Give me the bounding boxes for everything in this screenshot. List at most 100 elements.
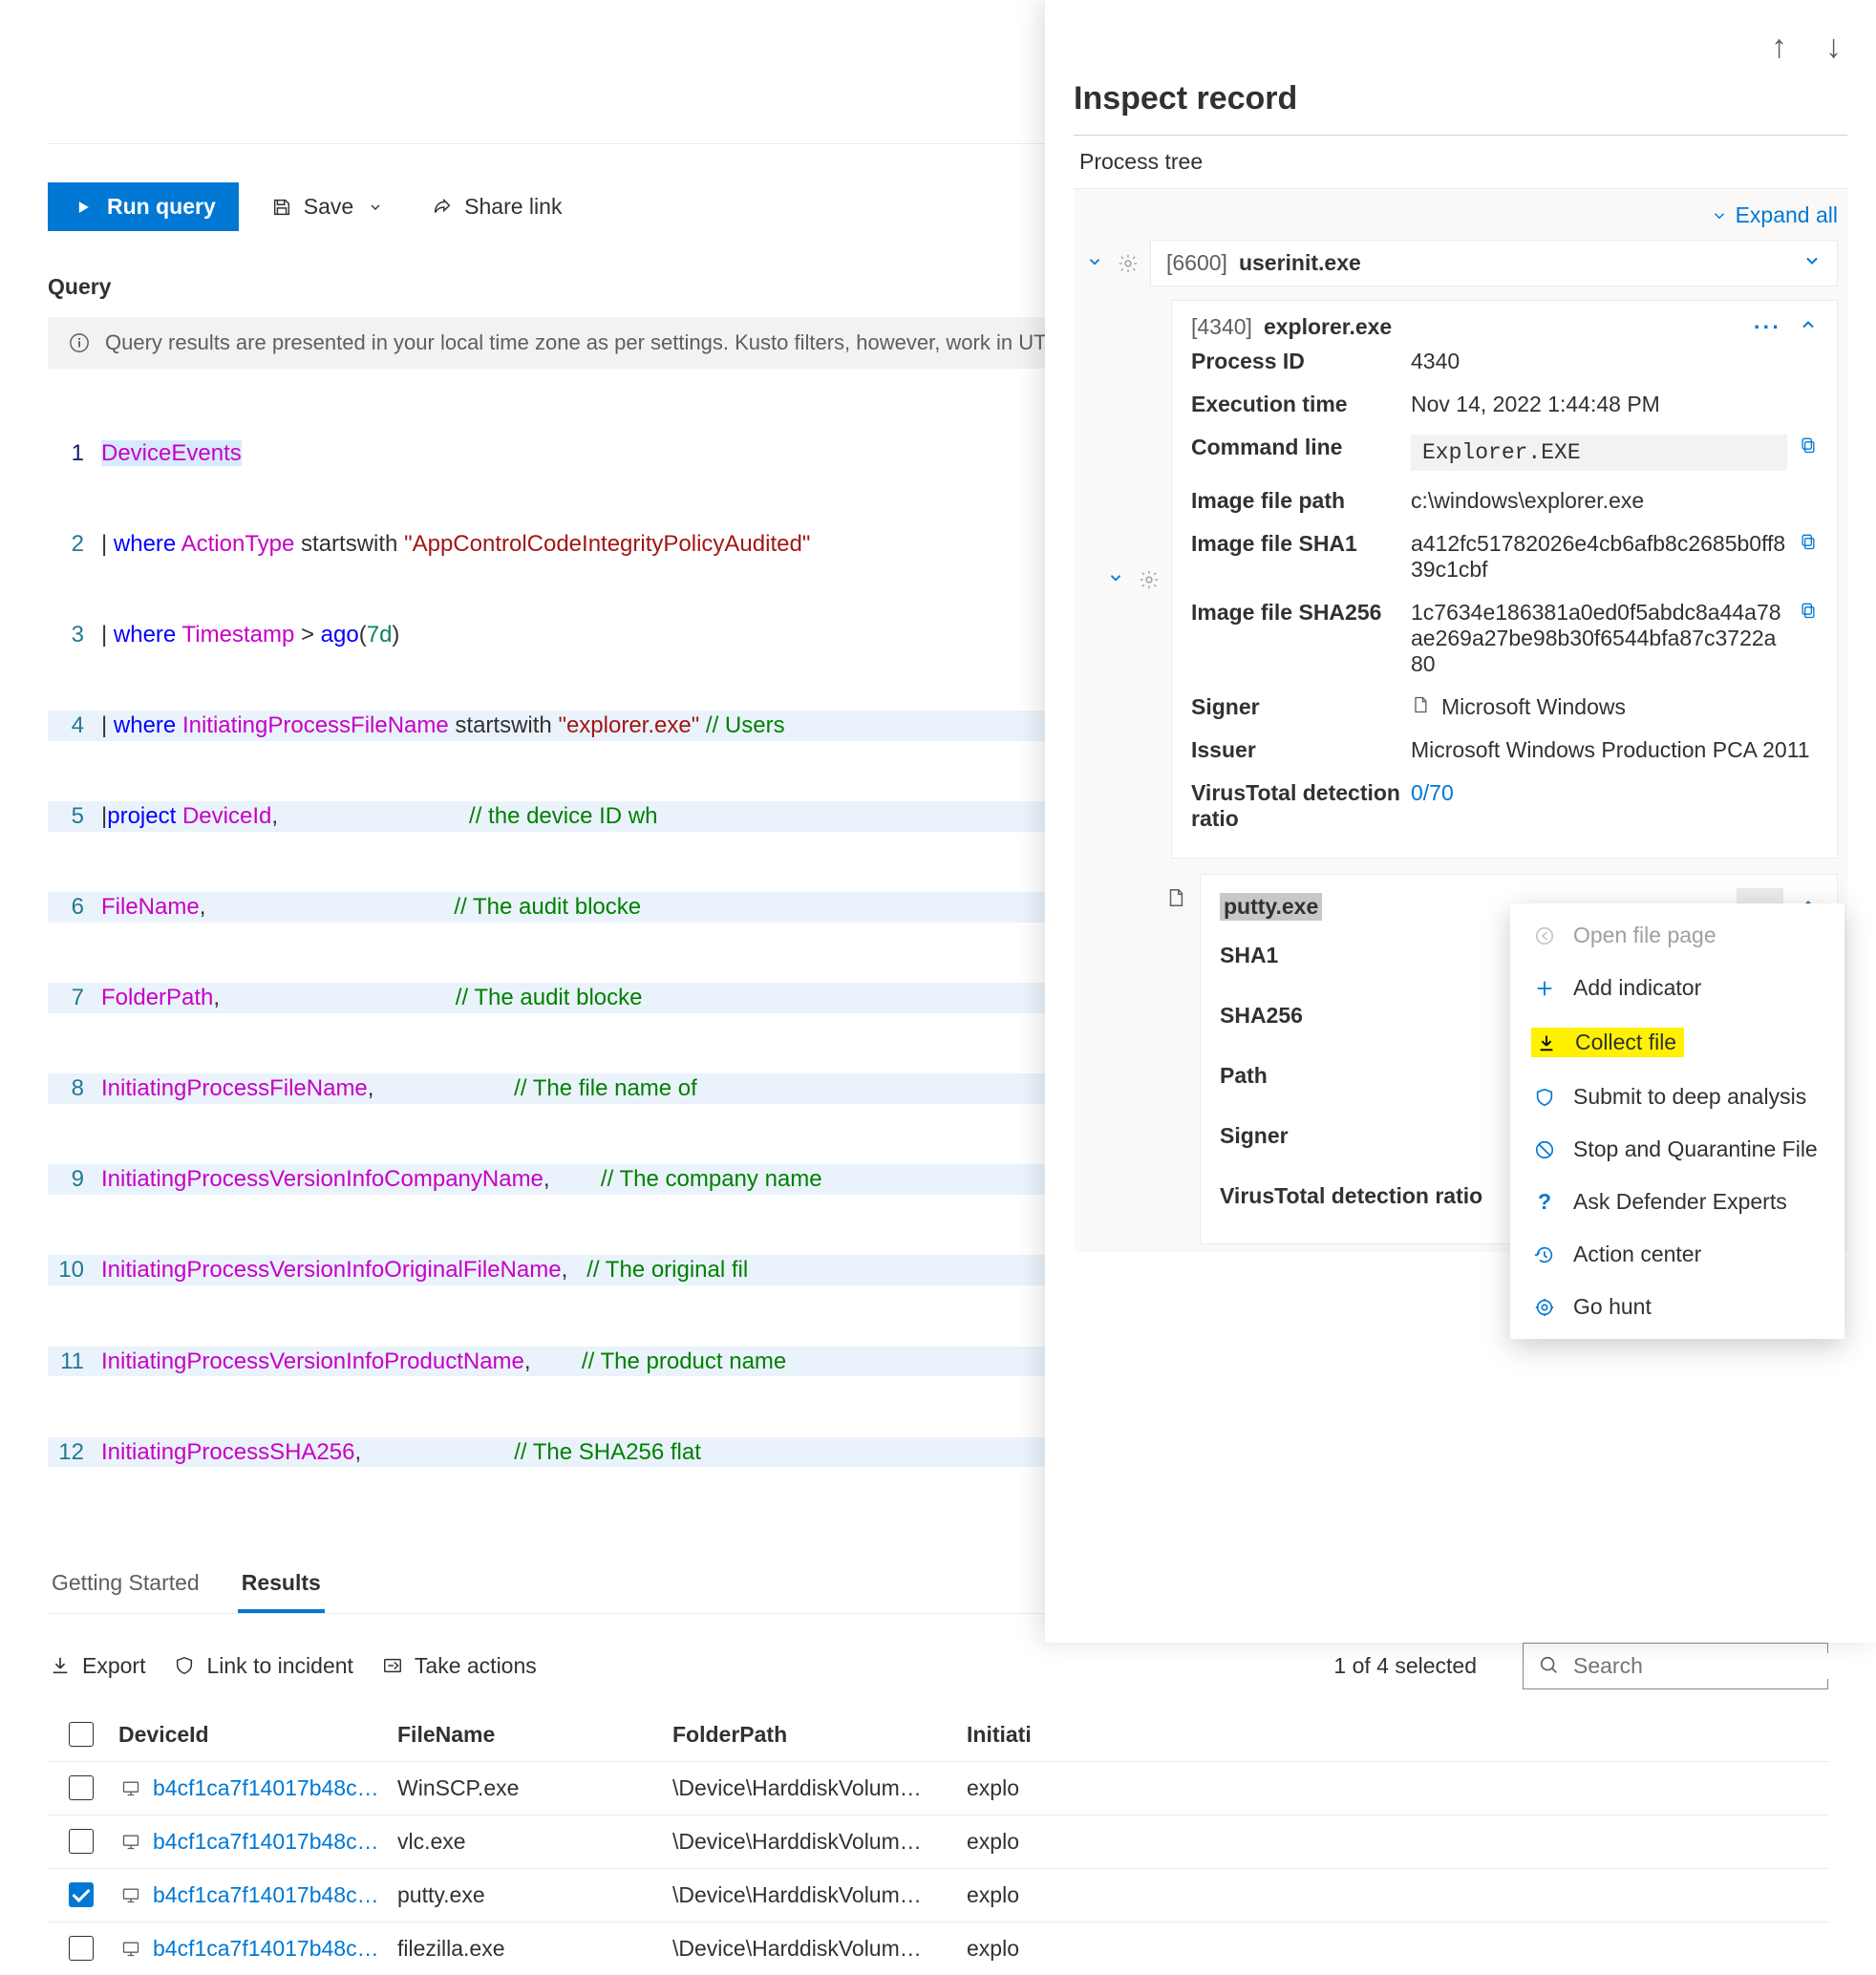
share-link-label: Share link bbox=[464, 194, 562, 220]
link-incident-label: Link to incident bbox=[206, 1653, 352, 1679]
caret-icon[interactable] bbox=[1083, 251, 1106, 276]
kv-key: VirusTotal detection ratio bbox=[1191, 780, 1411, 832]
menu-add-indicator[interactable]: Add indicator bbox=[1510, 962, 1844, 1014]
table-row[interactable]: b4cf1ca7f14017b48c…putty.exe\Device\Hard… bbox=[48, 1868, 1828, 1922]
kv-key: Image file SHA1 bbox=[1191, 531, 1411, 583]
select-all-checkbox[interactable] bbox=[69, 1722, 94, 1747]
file-context-menu: Open file page Add indicator Collect fil… bbox=[1510, 903, 1844, 1339]
more-actions-button[interactable]: ··· bbox=[1754, 314, 1781, 340]
history-icon bbox=[1531, 1244, 1558, 1265]
menu-label: Ask Defender Experts bbox=[1573, 1189, 1787, 1215]
node-name: userinit.exe bbox=[1239, 250, 1361, 276]
tree-node-userinit[interactable]: [6600] userinit.exe bbox=[1150, 240, 1838, 287]
menu-go-hunt[interactable]: Go hunt bbox=[1510, 1281, 1844, 1333]
col-file[interactable]: FileName bbox=[397, 1722, 665, 1748]
menu-collect-file[interactable]: Collect file bbox=[1510, 1014, 1844, 1071]
row-checkbox[interactable] bbox=[69, 1775, 94, 1800]
inspect-record-flyout: ↑ ↓ Inspect record Process tree Expand a… bbox=[1045, 0, 1876, 1643]
copy-icon[interactable] bbox=[1799, 600, 1818, 626]
cell-init: explo bbox=[967, 1829, 1081, 1855]
menu-ask-experts[interactable]: ? Ask Defender Experts bbox=[1510, 1176, 1844, 1228]
tab-getting-started[interactable]: Getting Started bbox=[48, 1557, 203, 1613]
link-incident-button[interactable]: Link to incident bbox=[172, 1653, 352, 1679]
expand-all-button[interactable]: Expand all bbox=[1711, 202, 1838, 228]
cell-init: explo bbox=[967, 1882, 1081, 1908]
save-button[interactable]: Save bbox=[258, 186, 399, 227]
search-input[interactable] bbox=[1573, 1653, 1856, 1679]
menu-deep-analysis[interactable]: Submit to deep analysis bbox=[1510, 1071, 1844, 1123]
menu-action-center[interactable]: Action center bbox=[1510, 1228, 1844, 1281]
share-icon bbox=[430, 195, 455, 220]
chevron-down-icon bbox=[363, 195, 388, 220]
cell-init: explo bbox=[967, 1775, 1081, 1801]
prev-record-button[interactable]: ↑ bbox=[1771, 29, 1787, 66]
menu-label: Add indicator bbox=[1573, 975, 1701, 1001]
file-icon bbox=[1165, 887, 1186, 914]
search-icon bbox=[1539, 1653, 1560, 1678]
flyout-title: Inspect record bbox=[1074, 80, 1847, 136]
table-row[interactable]: b4cf1ca7f14017b48c…WinSCP.exe\Device\Har… bbox=[48, 1761, 1828, 1815]
collapse-icon[interactable] bbox=[1799, 314, 1818, 340]
col-folder[interactable]: FolderPath bbox=[672, 1722, 959, 1748]
download-icon bbox=[48, 1653, 73, 1678]
device-icon bbox=[118, 1882, 143, 1907]
search-box[interactable] bbox=[1523, 1643, 1828, 1689]
copy-icon[interactable] bbox=[1799, 531, 1818, 557]
kv-key: Signer bbox=[1191, 694, 1411, 720]
open-icon bbox=[1531, 925, 1558, 946]
row-checkbox[interactable] bbox=[69, 1882, 94, 1907]
cell-folder: \Device\HarddiskVolum… bbox=[672, 1829, 959, 1855]
menu-label: Open file page bbox=[1573, 923, 1716, 948]
device-link[interactable]: b4cf1ca7f14017b48c… bbox=[153, 1829, 379, 1855]
tab-results[interactable]: Results bbox=[238, 1557, 325, 1613]
kv-key: Process ID bbox=[1191, 349, 1411, 374]
selected-count: 1 of 4 selected bbox=[1333, 1653, 1477, 1679]
run-query-button[interactable]: Run query bbox=[48, 182, 239, 231]
col-device[interactable]: DeviceId bbox=[113, 1722, 390, 1748]
gear-icon bbox=[1116, 251, 1141, 276]
kv-key: Image file path bbox=[1191, 488, 1411, 514]
play-icon bbox=[71, 195, 96, 220]
save-label: Save bbox=[304, 194, 353, 220]
kv-value-link[interactable]: 0/70 bbox=[1411, 780, 1818, 832]
actions-icon bbox=[380, 1653, 405, 1678]
kv-value: Explorer.EXE bbox=[1411, 435, 1818, 471]
cell-device: b4cf1ca7f14017b48c… bbox=[113, 1829, 390, 1855]
device-icon bbox=[118, 1936, 143, 1961]
node-name: explorer.exe bbox=[1264, 314, 1392, 340]
tree-node-putty: putty.exe ··· SHA1 SHA256 Patha Signer bbox=[1200, 874, 1838, 1244]
table-row[interactable]: b4cf1ca7f14017b48c…filezilla.exe\Device\… bbox=[48, 1922, 1828, 1975]
device-link[interactable]: b4cf1ca7f14017b48c… bbox=[153, 1775, 379, 1801]
info-text: Query results are presented in your loca… bbox=[105, 330, 1068, 355]
kv-key: Command line bbox=[1191, 435, 1411, 471]
block-icon bbox=[1531, 1139, 1558, 1160]
flyout-nav: ↑ ↓ bbox=[1771, 29, 1842, 66]
take-actions-button[interactable]: Take actions bbox=[380, 1653, 537, 1679]
cell-filename: WinSCP.exe bbox=[397, 1775, 665, 1801]
share-link-button[interactable]: Share link bbox=[418, 186, 573, 227]
export-button[interactable]: Export bbox=[48, 1653, 145, 1679]
results-table: DeviceId FileName FolderPath Initiati b4… bbox=[48, 1709, 1828, 1975]
cell-filename: putty.exe bbox=[397, 1882, 665, 1908]
chevron-down-icon[interactable] bbox=[1802, 250, 1822, 276]
device-link[interactable]: b4cf1ca7f14017b48c… bbox=[153, 1882, 379, 1908]
kv-key: Issuer bbox=[1191, 737, 1411, 763]
next-record-button[interactable]: ↓ bbox=[1825, 29, 1842, 66]
process-tree-header[interactable]: Process tree bbox=[1074, 136, 1847, 189]
target-icon bbox=[1531, 1297, 1558, 1318]
row-checkbox[interactable] bbox=[69, 1829, 94, 1854]
kv-value: Microsoft Windows bbox=[1411, 694, 1818, 720]
col-init[interactable]: Initiati bbox=[967, 1722, 1081, 1748]
download-icon bbox=[1533, 1032, 1560, 1053]
device-link[interactable]: b4cf1ca7f14017b48c… bbox=[153, 1936, 379, 1962]
table-row[interactable]: b4cf1ca7f14017b48c…vlc.exe\Device\Harddi… bbox=[48, 1815, 1828, 1868]
save-icon bbox=[269, 195, 294, 220]
caret-icon[interactable] bbox=[1104, 567, 1127, 592]
row-checkbox[interactable] bbox=[69, 1936, 94, 1961]
node-pid: [4340] bbox=[1191, 314, 1252, 340]
copy-icon[interactable] bbox=[1799, 435, 1818, 460]
kv-key: SHA1 bbox=[1220, 943, 1439, 968]
kv-value: Microsoft Windows Production PCA 2011 bbox=[1411, 737, 1818, 763]
kv-key: Signer bbox=[1220, 1123, 1439, 1149]
menu-stop-quarantine[interactable]: Stop and Quarantine File bbox=[1510, 1123, 1844, 1176]
